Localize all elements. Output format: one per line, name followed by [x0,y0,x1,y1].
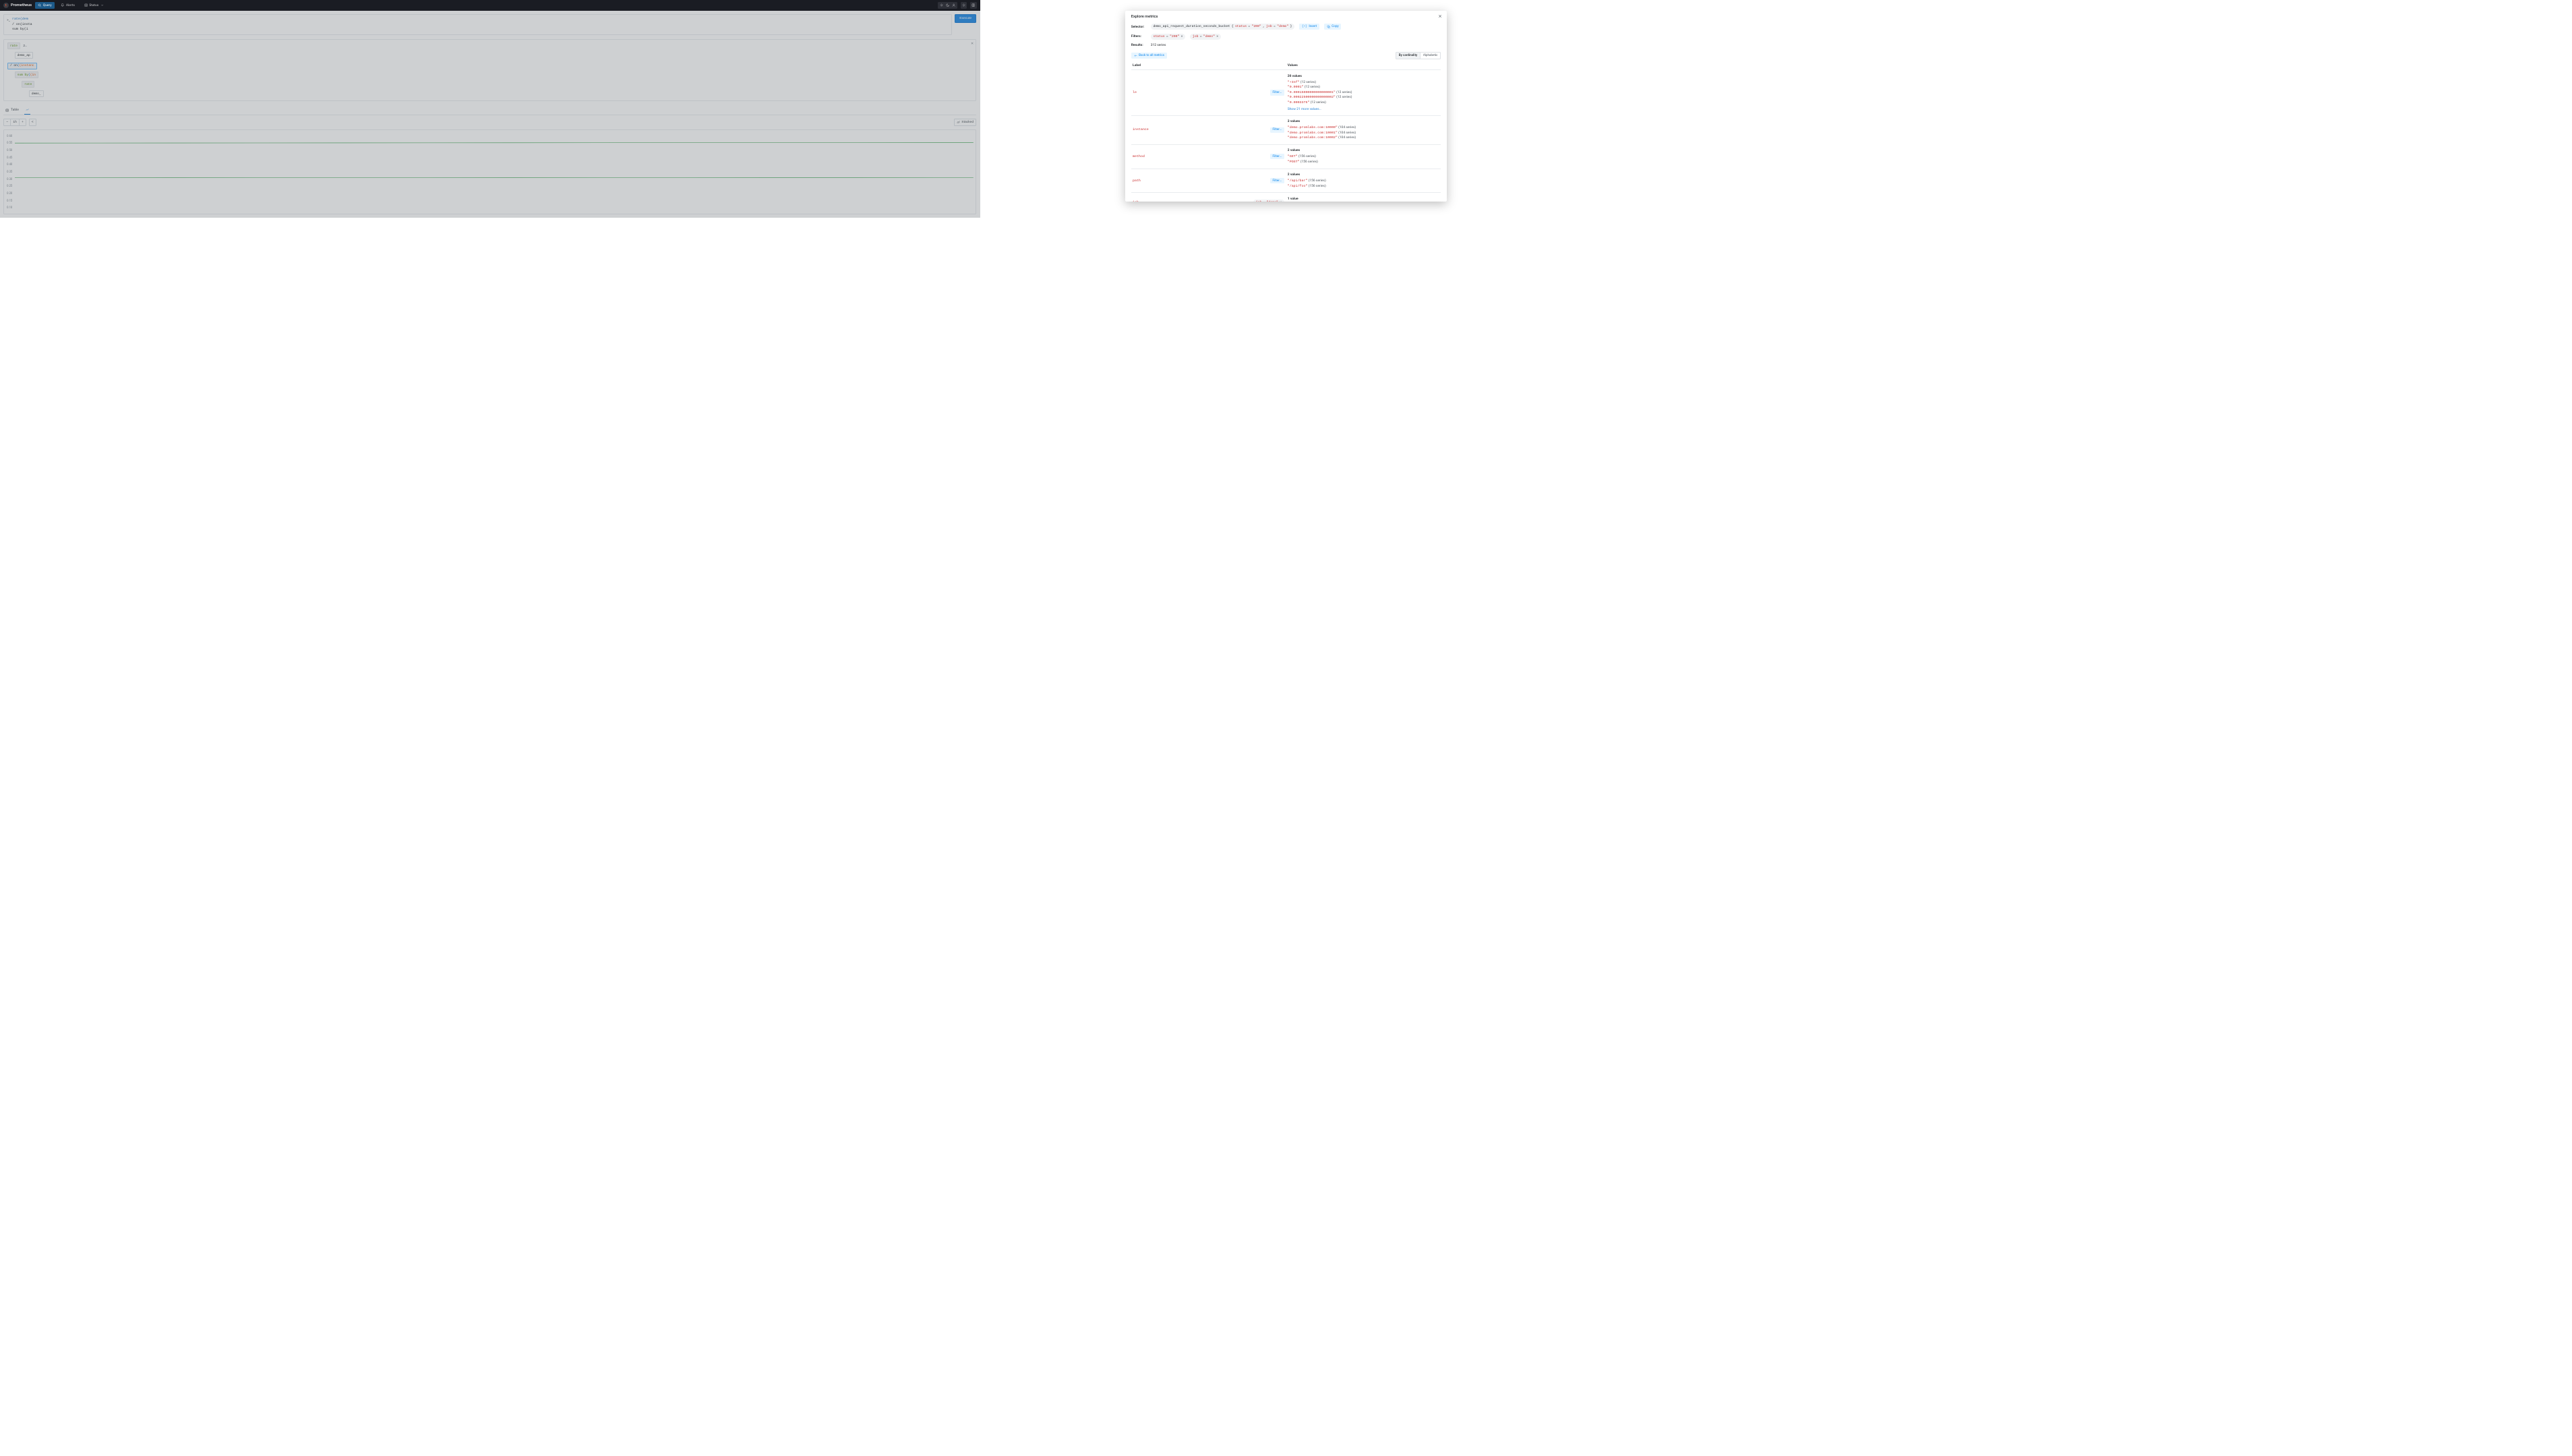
insert-button[interactable]: {+} Insert [1299,24,1319,30]
sort-cardinality[interactable]: By cardinality [1396,53,1420,59]
remove-filter-icon[interactable]: ✕ [1280,201,1282,202]
show-more-values[interactable]: Show 21 more values... [1288,107,1322,111]
label-value-count: (156 series) [1298,154,1316,158]
label-value-count: (104 series) [1338,131,1356,135]
table-row: instance Filter... 3 values "demo.promlabs.… [1131,115,1441,144]
labels-table: Label Values le Filter... 26 values "+Inf" … [1131,61,1441,202]
table-row: jobjob="demo" ✕1 value"demo" (312 series… [1131,193,1441,202]
label-value-count: (104 series) [1338,135,1356,140]
label-value-count: (156 series) [1309,179,1326,183]
values-count: 1 value [1288,197,1439,201]
label-value-count: (12 series) [1305,85,1320,89]
label-value[interactable]: "0.0001" [1288,86,1304,89]
label-value-line: "+Inf" (12 series) [1288,80,1439,84]
table-row: method Filter... 2 values "GET" (156 series… [1131,144,1441,169]
label-value[interactable]: "+Inf" [1288,81,1300,84]
label-name: le [1133,91,1137,94]
label-value-line: "/api/bar" (156 series) [1288,179,1439,183]
label-name: path [1133,179,1141,183]
label-value-line: "0.0001" (12 series) [1288,85,1439,89]
values-count: 26 values [1288,74,1439,78]
copy-label: Copy [1332,25,1338,28]
selector-chip: demo_api_request_duration_seconds_bucket… [1151,24,1295,30]
label-value[interactable]: "GET" [1288,155,1298,158]
label-value[interactable]: "/api/foo" [1288,185,1308,188]
copy-icon [1327,25,1330,28]
filters-key: Filters: [1131,34,1146,38]
filter-chip-status: status="200" ✕ [1151,34,1186,40]
label-value[interactable]: "demo.promlabs.com:10002" [1288,136,1338,140]
label-name: instance [1133,128,1149,131]
values-count: 2 values [1288,173,1439,177]
insert-braces-icon: {+} [1302,25,1307,28]
label-name: method [1133,155,1145,158]
values-count: 3 values [1288,119,1439,123]
label-value-count: (12 series) [1300,80,1316,84]
filter-button[interactable]: Filter... [1270,90,1284,95]
label-value[interactable]: "/api/bar" [1288,179,1308,183]
label-value-count: (12 series) [1336,95,1352,99]
label-value-count: (156 series) [1300,160,1318,164]
filter-button[interactable]: Filter... [1270,154,1284,159]
sort-toggle: By cardinality Alphabetic [1396,52,1441,59]
label-value-count: (104 series) [1338,125,1356,129]
label-value[interactable]: "0.00022500000000000002" [1288,96,1336,99]
label-value[interactable]: "0.0003375" [1288,101,1310,104]
modal-backdrop: Explore metrics Selector: demo_api_reque… [0,0,2572,1456]
label-value-line: "0.0003375" (12 series) [1288,100,1439,104]
sort-alphabetic[interactable]: Alphabetic [1420,53,1440,59]
filter-button[interactable]: Filter... [1270,127,1284,133]
label-value-line: "/api/foo" (156 series) [1288,184,1439,188]
label-value[interactable]: "0.00015000000000000001" [1288,91,1336,94]
selector-key: Selector: [1131,25,1146,29]
back-label: Back to all metrics [1139,54,1164,57]
close-icon[interactable] [1438,14,1442,20]
label-value-line: "demo.promlabs.com:10000" (104 series) [1288,125,1439,129]
explore-metrics-modal: Explore metrics Selector: demo_api_reque… [1125,11,1446,202]
remove-filter-icon[interactable]: ✕ [1216,35,1218,38]
label-value-count: (12 series) [1311,100,1326,104]
back-to-all-button[interactable]: Back to all metrics [1131,53,1167,59]
label-value-line: "0.00015000000000000001" (12 series) [1288,90,1439,94]
table-row: leFilter...26 values"+Inf" (12 series)"0… [1131,70,1441,115]
copy-button[interactable]: Copy [1324,24,1342,30]
results-key: Results: [1131,43,1146,47]
insert-label: Insert [1309,25,1317,28]
modal-title: Explore metrics [1131,15,1441,19]
filter-button[interactable]: Filter... [1270,178,1284,183]
label-value[interactable]: "demo.promlabs.com:10000" [1288,126,1338,129]
table-row: path Filter... 2 values "/api/bar" (156 ser… [1131,169,1441,193]
label-value[interactable]: "POST" [1288,160,1300,164]
label-name: job [1133,201,1139,202]
label-value-count: (12 series) [1336,90,1352,94]
applied-filter-chip: job="demo" ✕ [1253,200,1284,202]
label-value[interactable]: "demo.promlabs.com:10001" [1288,131,1338,135]
th-values: Values [1286,61,1441,70]
label-value-line: "POST" (156 series) [1288,160,1439,164]
th-label: Label [1131,61,1286,70]
results-value: 312 series [1151,43,1166,47]
label-value-line: "demo.promlabs.com:10001" (104 series) [1288,131,1439,135]
label-value-line: "0.00022500000000000002" (12 series) [1288,95,1439,99]
label-value-line: "GET" (156 series) [1288,154,1439,158]
label-value-line: "demo.promlabs.com:10002" (104 series) [1288,135,1439,140]
values-count: 2 values [1288,148,1439,152]
arrow-left-icon [1134,54,1137,57]
label-value-count: (156 series) [1309,184,1326,188]
filter-chip-job: job="demo" ✕ [1190,34,1221,40]
remove-filter-icon[interactable]: ✕ [1181,35,1183,38]
